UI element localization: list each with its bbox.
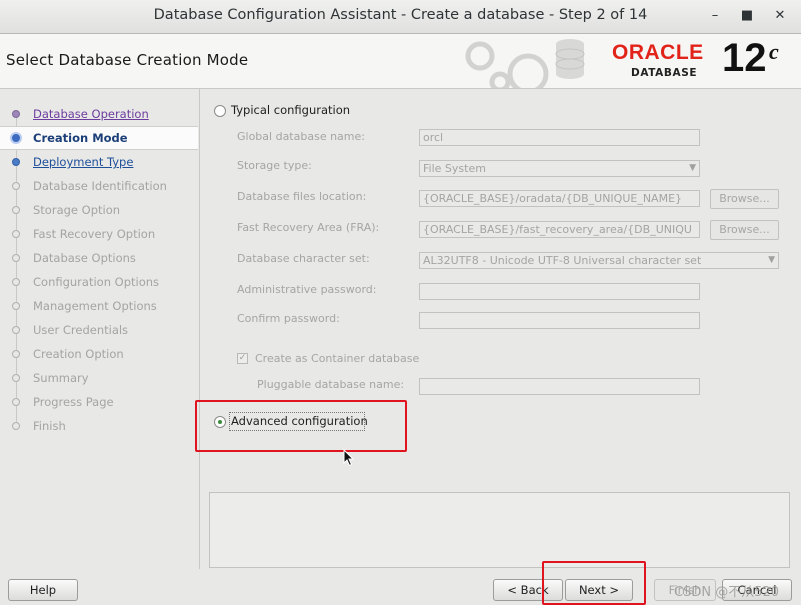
container-db-label: Create as Container database	[255, 352, 420, 365]
oracle-logo-product: DATABASE	[631, 67, 698, 79]
window-title: Database Configuration Assistant - Creat…	[153, 7, 648, 23]
message-panel	[209, 492, 790, 568]
db-files-location-field[interactable]: {ORACLE_BASE}/oradata/{DB_UNIQUE_NAME}	[419, 190, 700, 207]
gears-graphic-icon	[465, 39, 585, 88]
step-dot-icon	[12, 422, 20, 430]
step-dot-icon	[12, 182, 20, 190]
maximize-icon[interactable]: ■	[737, 6, 757, 26]
step-current-icon	[10, 132, 22, 144]
step-summary: Summary	[0, 367, 198, 389]
step-deployment-type[interactable]: Deployment Type	[0, 151, 198, 173]
step-database-operation[interactable]: Database Operation	[0, 103, 198, 125]
chevron-down-icon: ▼	[768, 255, 775, 265]
step-dot-icon	[12, 230, 20, 238]
close-icon[interactable]: ✕	[770, 6, 790, 26]
step-label: Deployment Type	[33, 155, 134, 169]
typical-configuration-radio[interactable]	[214, 105, 226, 117]
minimize-icon[interactable]: –	[705, 6, 725, 26]
typical-configuration-label[interactable]: Typical configuration	[231, 103, 350, 117]
oracle-version-suffix: c	[769, 39, 779, 64]
storage-type-select[interactable]: File System ▼	[419, 160, 700, 177]
fra-label: Fast Recovery Area (FRA):	[237, 221, 380, 234]
mouse-cursor-icon	[343, 449, 355, 467]
charset-select[interactable]: AL32UTF8 - Unicode UTF-8 Universal chara…	[419, 252, 779, 269]
admin-password-label: Administrative password:	[237, 283, 377, 296]
highlight-box-advanced	[195, 400, 407, 452]
step-database-options: Database Options	[0, 247, 198, 269]
step-label: Database Options	[33, 251, 136, 265]
window-titlebar[interactable]: Database Configuration Assistant - Creat…	[0, 0, 801, 34]
confirm-password-field[interactable]	[419, 312, 700, 329]
step-label: Fast Recovery Option	[33, 227, 156, 241]
help-button[interactable]: Help	[8, 579, 78, 601]
global-db-name-field[interactable]: orcl	[419, 129, 700, 146]
step-label: Configuration Options	[33, 275, 160, 289]
steps-sidebar: Database Operation Creation Mode Deploym…	[0, 89, 200, 569]
step-label: Database Operation	[33, 107, 149, 121]
step-dot-icon	[12, 302, 20, 310]
step-dot-icon	[12, 110, 20, 118]
watermark-text: CSDN @不从520	[674, 585, 780, 600]
step-finish: Finish	[0, 415, 198, 437]
db-files-browse-button[interactable]: Browse...	[710, 189, 779, 209]
step-fast-recovery-option: Fast Recovery Option	[0, 223, 198, 245]
step-creation-option: Creation Option	[0, 343, 198, 365]
step-label: Progress Page	[33, 395, 114, 409]
global-db-name-label: Global database name:	[237, 130, 365, 143]
confirm-password-label: Confirm password:	[237, 312, 340, 325]
storage-type-value: File System	[423, 162, 486, 175]
step-label: Creation Mode	[33, 131, 128, 145]
step-label: Management Options	[33, 299, 157, 313]
step-storage-option: Storage Option	[0, 199, 198, 221]
step-label: Storage Option	[33, 203, 121, 217]
step-label: Database Identification	[33, 179, 167, 193]
step-dot-icon	[12, 254, 20, 262]
chevron-down-icon: ▼	[689, 163, 696, 173]
container-db-checkbox[interactable]: ✓	[237, 353, 248, 364]
step-dot-icon	[12, 278, 20, 286]
step-creation-mode[interactable]: Creation Mode	[0, 126, 198, 150]
step-label: User Credentials	[33, 323, 129, 337]
step-label: Finish	[33, 419, 66, 433]
fra-browse-button[interactable]: Browse...	[710, 220, 779, 240]
step-dot-icon	[12, 350, 20, 358]
step-label: Creation Option	[33, 347, 124, 361]
charset-label: Database character set:	[237, 252, 370, 265]
step-dot-icon	[12, 398, 20, 406]
db-files-location-label: Database files location:	[237, 190, 367, 203]
pluggable-db-name-label: Pluggable database name:	[257, 378, 405, 391]
step-label: Summary	[33, 371, 89, 385]
step-configuration-options: Configuration Options	[0, 271, 198, 293]
step-dot-icon	[12, 326, 20, 334]
charset-value: AL32UTF8 - Unicode UTF-8 Universal chara…	[423, 254, 702, 267]
step-database-identification: Database Identification	[0, 175, 198, 197]
highlight-box-next	[542, 561, 646, 605]
storage-type-label: Storage type:	[237, 159, 312, 172]
page-header: Select Database Creation Mode ORACLE DAT…	[0, 34, 801, 89]
page-title: Select Database Creation Mode	[6, 51, 249, 69]
oracle-version: 12	[722, 36, 767, 80]
step-dot-icon	[12, 374, 20, 382]
step-progress-page: Progress Page	[0, 391, 198, 413]
step-user-credentials: User Credentials	[0, 319, 198, 341]
step-management-options: Management Options	[0, 295, 198, 317]
step-dot-icon	[12, 206, 20, 214]
oracle-logo: ORACLE	[612, 41, 704, 64]
step-dot-icon	[12, 158, 20, 166]
fra-field[interactable]: {ORACLE_BASE}/fast_recovery_area/{DB_UNI…	[419, 221, 700, 238]
pluggable-db-name-field[interactable]	[419, 378, 700, 395]
admin-password-field[interactable]	[419, 283, 700, 300]
